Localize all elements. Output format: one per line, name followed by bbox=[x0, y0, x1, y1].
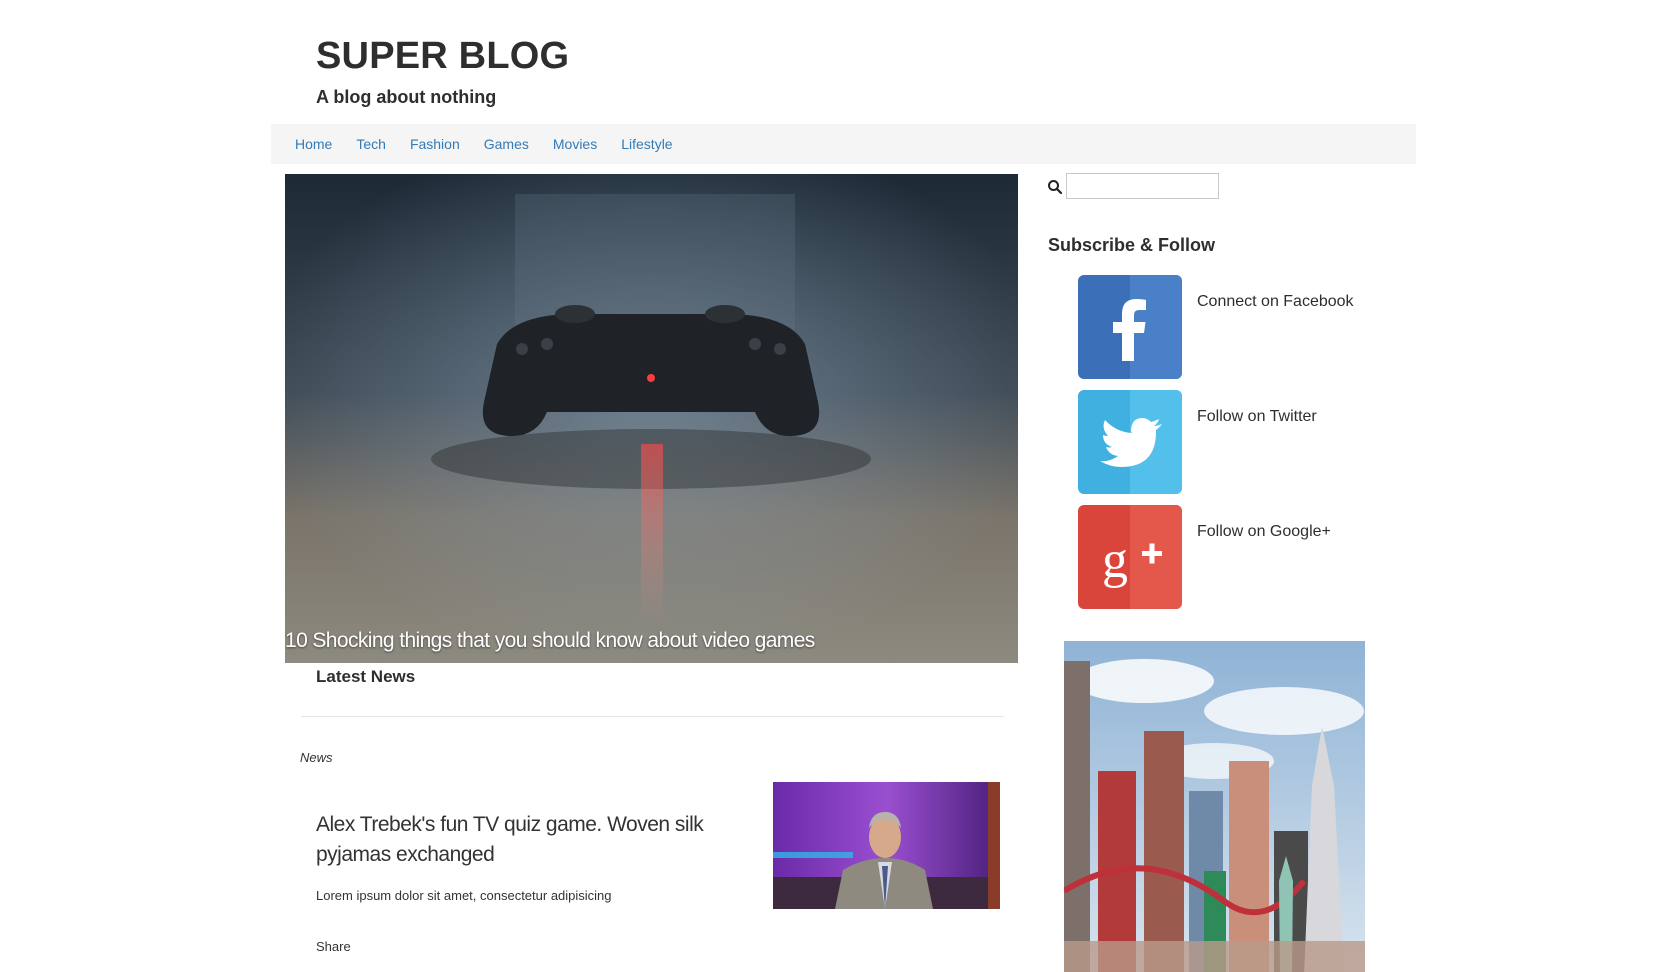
article-category[interactable]: News bbox=[300, 750, 333, 765]
share-link[interactable]: Share bbox=[316, 939, 351, 954]
google-plus-link[interactable]: Follow on Google+ bbox=[1197, 523, 1331, 541]
twitter-icon[interactable] bbox=[1078, 390, 1182, 494]
game-controller-photo bbox=[285, 174, 1018, 663]
nav-item-movies[interactable]: Movies bbox=[553, 136, 597, 152]
nav-item-fashion[interactable]: Fashion bbox=[410, 136, 460, 152]
hero-featured-post[interactable]: 10 Shocking things that you should know … bbox=[285, 174, 1018, 663]
site-tagline: A blog about nothing bbox=[316, 87, 497, 107]
site-header: SUPER BLOG A blog about nothing bbox=[316, 34, 916, 108]
search-icon[interactable] bbox=[1047, 179, 1063, 195]
article-thumbnail[interactable] bbox=[773, 782, 1000, 909]
article-excerpt: Lorem ipsum dolor sit amet, consectetur … bbox=[316, 888, 612, 903]
site-title[interactable]: SUPER BLOG bbox=[316, 34, 916, 78]
search-input[interactable] bbox=[1066, 173, 1219, 199]
tv-host-photo bbox=[773, 782, 1000, 909]
twitter-link[interactable]: Follow on Twitter bbox=[1197, 408, 1317, 426]
hero-caption[interactable]: 10 Shocking things that you should know … bbox=[285, 629, 815, 653]
facebook-link[interactable]: Connect on Facebook bbox=[1197, 293, 1354, 311]
nav-item-tech[interactable]: Tech bbox=[356, 136, 386, 152]
nav-item-games[interactable]: Games bbox=[484, 136, 529, 152]
subscribe-heading: Subscribe & Follow bbox=[1048, 235, 1216, 255]
latest-news-heading: Latest News bbox=[316, 667, 416, 686]
google-plus-icon[interactable]: g bbox=[1078, 505, 1182, 609]
facebook-icon[interactable] bbox=[1078, 275, 1182, 379]
svg-text:g: g bbox=[1102, 532, 1128, 589]
section-divider bbox=[301, 716, 1004, 717]
sidebar-ad-image[interactable] bbox=[1064, 641, 1365, 972]
nav-item-lifestyle[interactable]: Lifestyle bbox=[621, 136, 672, 152]
article-title[interactable]: Alex Trebek's fun TV quiz game. Woven si… bbox=[316, 810, 736, 870]
city-skyline-photo bbox=[1064, 641, 1365, 972]
nav-item-home[interactable]: Home bbox=[295, 136, 332, 152]
main-navbar: Home Tech Fashion Games Movies Lifestyle bbox=[271, 124, 1416, 164]
